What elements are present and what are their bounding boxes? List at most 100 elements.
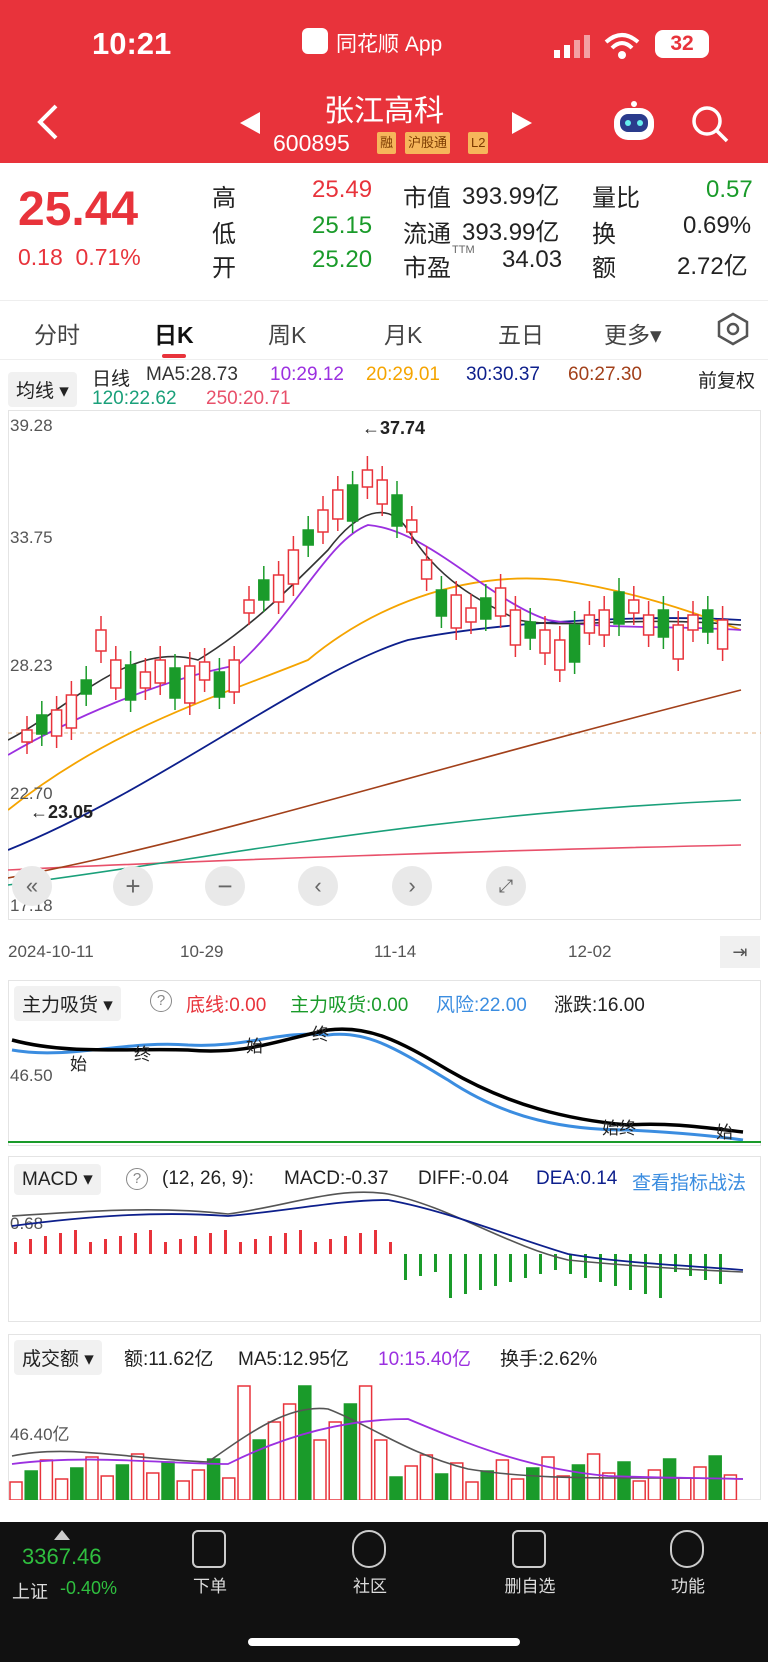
order-doc-icon <box>192 1530 226 1568</box>
y-label-4: 22.70 <box>10 784 53 803</box>
zoom-in-icon[interactable]: + <box>113 866 153 906</box>
index-change: -0.40% <box>60 1578 118 1598</box>
candle-body <box>568 624 581 663</box>
ind1-chart <box>8 1027 761 1143</box>
volume-bar <box>39 1459 54 1500</box>
tab-daily-k[interactable]: 日K <box>154 316 194 350</box>
macd-bar <box>254 1239 257 1254</box>
volume-bar <box>358 1385 373 1500</box>
candle-body <box>317 509 329 533</box>
volume-bar <box>237 1385 251 1500</box>
nav-community-label: 社区 <box>353 1577 387 1596</box>
volume-bar <box>389 1476 403 1500</box>
volume-bar <box>480 1470 494 1500</box>
change-value: 0.18 <box>18 244 63 270</box>
candle-body <box>702 609 714 633</box>
volume-bar <box>647 1469 662 1500</box>
nav-order[interactable]: 下单 <box>170 1530 250 1597</box>
high-value: 25.49 <box>312 176 373 203</box>
tab-five-day[interactable]: 五日 <box>498 316 544 350</box>
nav-remove-label: 删自选 <box>504 1577 556 1596</box>
pan-right-icon[interactable]: › <box>392 866 432 906</box>
high-marker: ←37.74 <box>362 418 426 438</box>
battery-indicator: 32 <box>655 30 709 58</box>
candle-body <box>154 659 166 684</box>
candle-body <box>716 619 729 650</box>
volume-bar <box>70 1467 84 1500</box>
nav-community[interactable]: 社区 <box>330 1530 410 1597</box>
candle-body <box>228 659 240 693</box>
macd-bar <box>494 1254 497 1286</box>
macd-bar <box>119 1236 122 1254</box>
macd-bar <box>29 1239 32 1254</box>
nav-functions[interactable]: 功能 <box>648 1530 728 1597</box>
candle-body <box>539 629 551 654</box>
macd-bar <box>299 1230 302 1254</box>
index-up-icon <box>54 1530 70 1540</box>
macd-bar <box>329 1239 332 1254</box>
volume-bar <box>298 1385 312 1500</box>
candle-body <box>302 529 314 546</box>
candle-body <box>465 607 477 623</box>
volume-bar <box>115 1464 130 1500</box>
macd-bar <box>314 1242 317 1254</box>
y-label-3: 28.23 <box>10 656 53 675</box>
zoom-out-icon[interactable]: − <box>205 866 245 906</box>
settings-hex-icon[interactable] <box>716 312 750 346</box>
candle-body <box>36 714 48 735</box>
index-value[interactable]: 3367.46 <box>22 1544 102 1570</box>
macd-bar <box>449 1254 452 1298</box>
macd-bar <box>104 1239 107 1254</box>
candle-body <box>361 469 374 488</box>
macd-bar <box>629 1254 632 1290</box>
macd-bar <box>404 1254 407 1280</box>
next-stock-icon[interactable] <box>510 110 534 136</box>
macd-bar <box>389 1242 392 1254</box>
adjust-mode[interactable]: 前复权 <box>698 366 755 393</box>
app-logo-icon <box>302 28 328 54</box>
ma-type-selector[interactable]: 均线 ▾ <box>8 372 77 407</box>
tab-monthly-k[interactable]: 月K <box>384 316 422 350</box>
volume-bar <box>450 1462 464 1500</box>
candlesticks <box>21 456 729 754</box>
volume-bar <box>617 1461 631 1500</box>
macd-bar <box>689 1254 692 1276</box>
macd-bar <box>464 1254 467 1294</box>
macd-bar <box>359 1233 362 1254</box>
search-icon[interactable] <box>690 104 730 144</box>
y-label-top: 39.28 <box>10 416 53 435</box>
amount-label: 额 <box>592 255 616 282</box>
nav-remove-watchlist[interactable]: 删自选 <box>490 1530 570 1597</box>
ind1-help-icon[interactable]: ? <box>150 990 172 1012</box>
candle-body <box>95 629 107 652</box>
ma5-value: MA5:28.73 <box>146 364 238 385</box>
candle-body <box>524 621 536 639</box>
tab-weekly-k[interactable]: 周K <box>268 316 306 350</box>
candle-body <box>184 665 196 704</box>
volume-bar <box>85 1456 99 1500</box>
macd-bar <box>524 1254 527 1278</box>
tab-more[interactable]: 更多▾ <box>604 316 662 350</box>
date-label-2: 10-29 <box>180 942 224 961</box>
macd-bar <box>539 1254 542 1274</box>
collapse-icon[interactable]: « <box>12 866 52 906</box>
volume-bar <box>693 1466 707 1500</box>
jump-latest-icon[interactable]: ⇥ <box>720 936 760 968</box>
status-time: 10:21 <box>92 26 172 61</box>
kline-chart[interactable] <box>8 410 761 920</box>
volume-bar <box>282 1403 297 1500</box>
macd-bar <box>209 1233 212 1254</box>
macd-bar <box>509 1254 512 1282</box>
volume-bar <box>206 1458 221 1500</box>
volume-bar <box>571 1464 586 1500</box>
volume-bar <box>678 1477 692 1500</box>
robot-assistant-icon[interactable] <box>610 100 658 146</box>
candle-body <box>450 594 462 629</box>
candle-body <box>258 579 270 601</box>
fullscreen-icon[interactable]: ⤢ <box>486 866 526 906</box>
pan-left-icon[interactable]: ‹ <box>298 866 338 906</box>
candle-body <box>139 671 152 689</box>
volume-bar <box>176 1480 190 1500</box>
ind1-mark-end-1: 终 <box>134 1045 151 1064</box>
tab-intraday[interactable]: 分时 <box>34 316 80 350</box>
